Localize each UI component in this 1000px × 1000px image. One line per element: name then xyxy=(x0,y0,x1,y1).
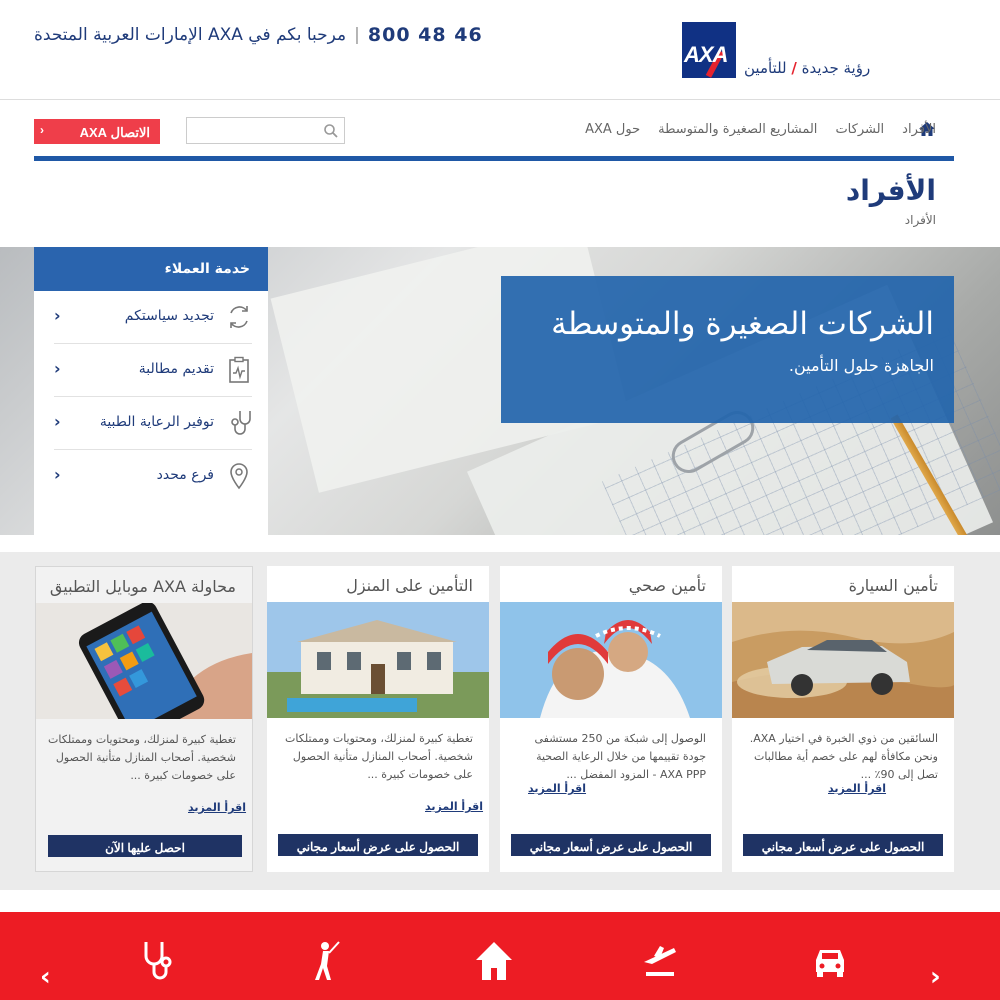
hero-subtitle: الجاهزة حلول التأمين. xyxy=(788,356,934,375)
get-app-button[interactable]: احصل عليها الآن xyxy=(48,835,242,857)
plane-icon[interactable] xyxy=(640,938,680,984)
golf-icon[interactable] xyxy=(303,938,343,984)
card-title[interactable]: التأمين على المنزل xyxy=(346,576,473,595)
welcome-text: مرحبا بكم في AXA الإمارات العربية المتحد… xyxy=(34,25,347,45)
site-header: 46 48 800 | مرحبا بكم في AXA الإمارات ال… xyxy=(0,0,1000,100)
nav-item-about[interactable]: حول AXA xyxy=(585,122,640,137)
nav-item-sme[interactable]: المشاريع الصغيرة والمتوسطة xyxy=(658,122,817,137)
nav-item-individuals[interactable]: الأفراد xyxy=(902,122,936,137)
products-section: تأمين السيارة السائقين من ذوي الخبرة في … xyxy=(0,552,1000,890)
card-description: تغطية كبيرة لمنزلك، ومحتويات وممتلكات شخ… xyxy=(48,733,236,782)
read-more-link[interactable]: اقرأ المزيد xyxy=(188,801,246,814)
free-quote-button[interactable]: الحصول على عرض أسعار مجاني xyxy=(278,834,478,856)
main-nav: الأفراد الشركات المشاريع الصغيرة والمتوس… xyxy=(585,122,936,137)
next-arrow[interactable]: › xyxy=(930,962,941,992)
cs-item-label: فرع محدد xyxy=(156,467,214,483)
home-image[interactable] xyxy=(267,602,489,718)
tagline: رؤية جديدة / للتأمين xyxy=(744,59,870,77)
nav-item-companies[interactable]: الشركات xyxy=(835,122,884,137)
card-title[interactable]: تأمين السيارة xyxy=(849,576,938,595)
search-input[interactable] xyxy=(187,118,344,143)
tagline-part1: رؤية جديدة xyxy=(801,59,871,77)
chevron-left-icon: ‹ xyxy=(54,359,61,378)
tagline-part2: للتأمين xyxy=(744,59,787,77)
read-more-link[interactable]: اقرأ المزيد xyxy=(528,782,586,795)
page-title: الأفراد xyxy=(845,174,936,207)
separator: | xyxy=(354,25,360,45)
customer-service-title: خدمة العملاء xyxy=(34,247,268,291)
stethoscope-icon[interactable] xyxy=(136,938,176,984)
tagline-slash: / xyxy=(791,59,797,77)
cs-item-renew[interactable]: تجديد سياستكم ‹ xyxy=(54,291,252,344)
free-quote-button[interactable]: الحصول على عرض أسعار مجاني xyxy=(743,834,943,856)
card-description: الوصول إلى شبكة من 250 مستشفى جودة تقييم… xyxy=(534,732,706,781)
car-illustration xyxy=(732,602,954,718)
chevron-left-icon: ‹ xyxy=(40,123,44,137)
cs-item-branch[interactable]: فرع محدد ‹ xyxy=(54,450,252,503)
product-card-mobile-app: محاولة AXA موبايل التطبيق تغطية كبيرة لم… xyxy=(35,566,253,872)
chevron-left-icon: ‹ xyxy=(54,465,61,484)
cs-item-label: توفير الرعاية الطبية xyxy=(99,414,214,430)
read-more-link[interactable]: اقرأ المزيد xyxy=(425,800,483,813)
cs-item-label: تجديد سياستكم xyxy=(124,308,214,324)
product-card-car: تأمين السيارة السائقين من ذوي الخبرة في … xyxy=(732,566,954,872)
hero-caption[interactable]: الشركات الصغيرة والمتوسطة الجاهزة حلول ا… xyxy=(501,276,954,423)
card-description: تغطية كبيرة لمنزلك، ومحتويات وممتلكات شخ… xyxy=(285,732,473,781)
customer-service-panel: خدمة العملاء تجديد سياستكم ‹ تقديم مطالب… xyxy=(34,247,268,535)
renew-icon xyxy=(230,306,248,328)
card-title[interactable]: تأمين صحي xyxy=(629,576,706,595)
search-icon[interactable] xyxy=(323,123,339,139)
stethoscope-icon xyxy=(231,411,251,435)
prev-arrow[interactable]: ‹ xyxy=(40,962,51,992)
location-pin-icon xyxy=(230,463,248,490)
read-more-link[interactable]: اقرأ المزيد xyxy=(828,782,886,795)
cs-item-medical[interactable]: توفير الرعاية الطبية ‹ xyxy=(54,397,252,450)
logo-text: AXA xyxy=(684,42,728,67)
logo-mark: AXA xyxy=(682,22,736,78)
contact-axa-button[interactable]: ‹ الاتصال AXA xyxy=(34,119,160,144)
hero-title: الشركات الصغيرة والمتوسطة xyxy=(551,306,934,342)
health-image[interactable] xyxy=(500,602,722,718)
nav-divider xyxy=(34,156,954,161)
phone-number[interactable]: 46 48 800 xyxy=(368,24,483,46)
card-title[interactable]: محاولة AXA موبايل التطبيق xyxy=(50,577,236,596)
car-image[interactable] xyxy=(732,602,954,718)
chevron-left-icon: ‹ xyxy=(54,412,61,431)
chevron-left-icon: ‹ xyxy=(54,306,61,325)
cs-item-label: تقديم مطالبة xyxy=(138,361,214,377)
breadcrumb[interactable]: الأفراد xyxy=(905,213,936,227)
contact-label: الاتصال AXA xyxy=(79,125,150,140)
search-box[interactable] xyxy=(186,117,345,144)
cs-item-claim[interactable]: تقديم مطالبة ‹ xyxy=(54,344,252,397)
product-card-home: التأمين على المنزل تغطية كبيرة لمنزلك، و… xyxy=(267,566,489,872)
product-icons-bar: ‹ › xyxy=(0,912,1000,1000)
product-card-health: تأمين صحي الوصول إلى شبكة من 250 مستشفى … xyxy=(500,566,722,872)
car-icon[interactable] xyxy=(810,938,850,984)
mobile-image[interactable] xyxy=(36,603,252,719)
home-illustration xyxy=(267,602,489,718)
free-quote-button[interactable]: الحصول على عرض أسعار مجاني xyxy=(511,834,711,856)
health-illustration xyxy=(500,602,722,718)
card-description: السائقين من ذوي الخبرة في اختيار AXA. ون… xyxy=(749,732,938,781)
welcome-line: 46 48 800 | مرحبا بكم في AXA الإمارات ال… xyxy=(34,24,483,46)
axa-logo[interactable]: AXA رؤية جديدة / للتأمين xyxy=(680,22,870,82)
claim-icon xyxy=(229,356,249,383)
mobile-illustration xyxy=(36,603,252,719)
home-icon[interactable] xyxy=(474,938,514,984)
